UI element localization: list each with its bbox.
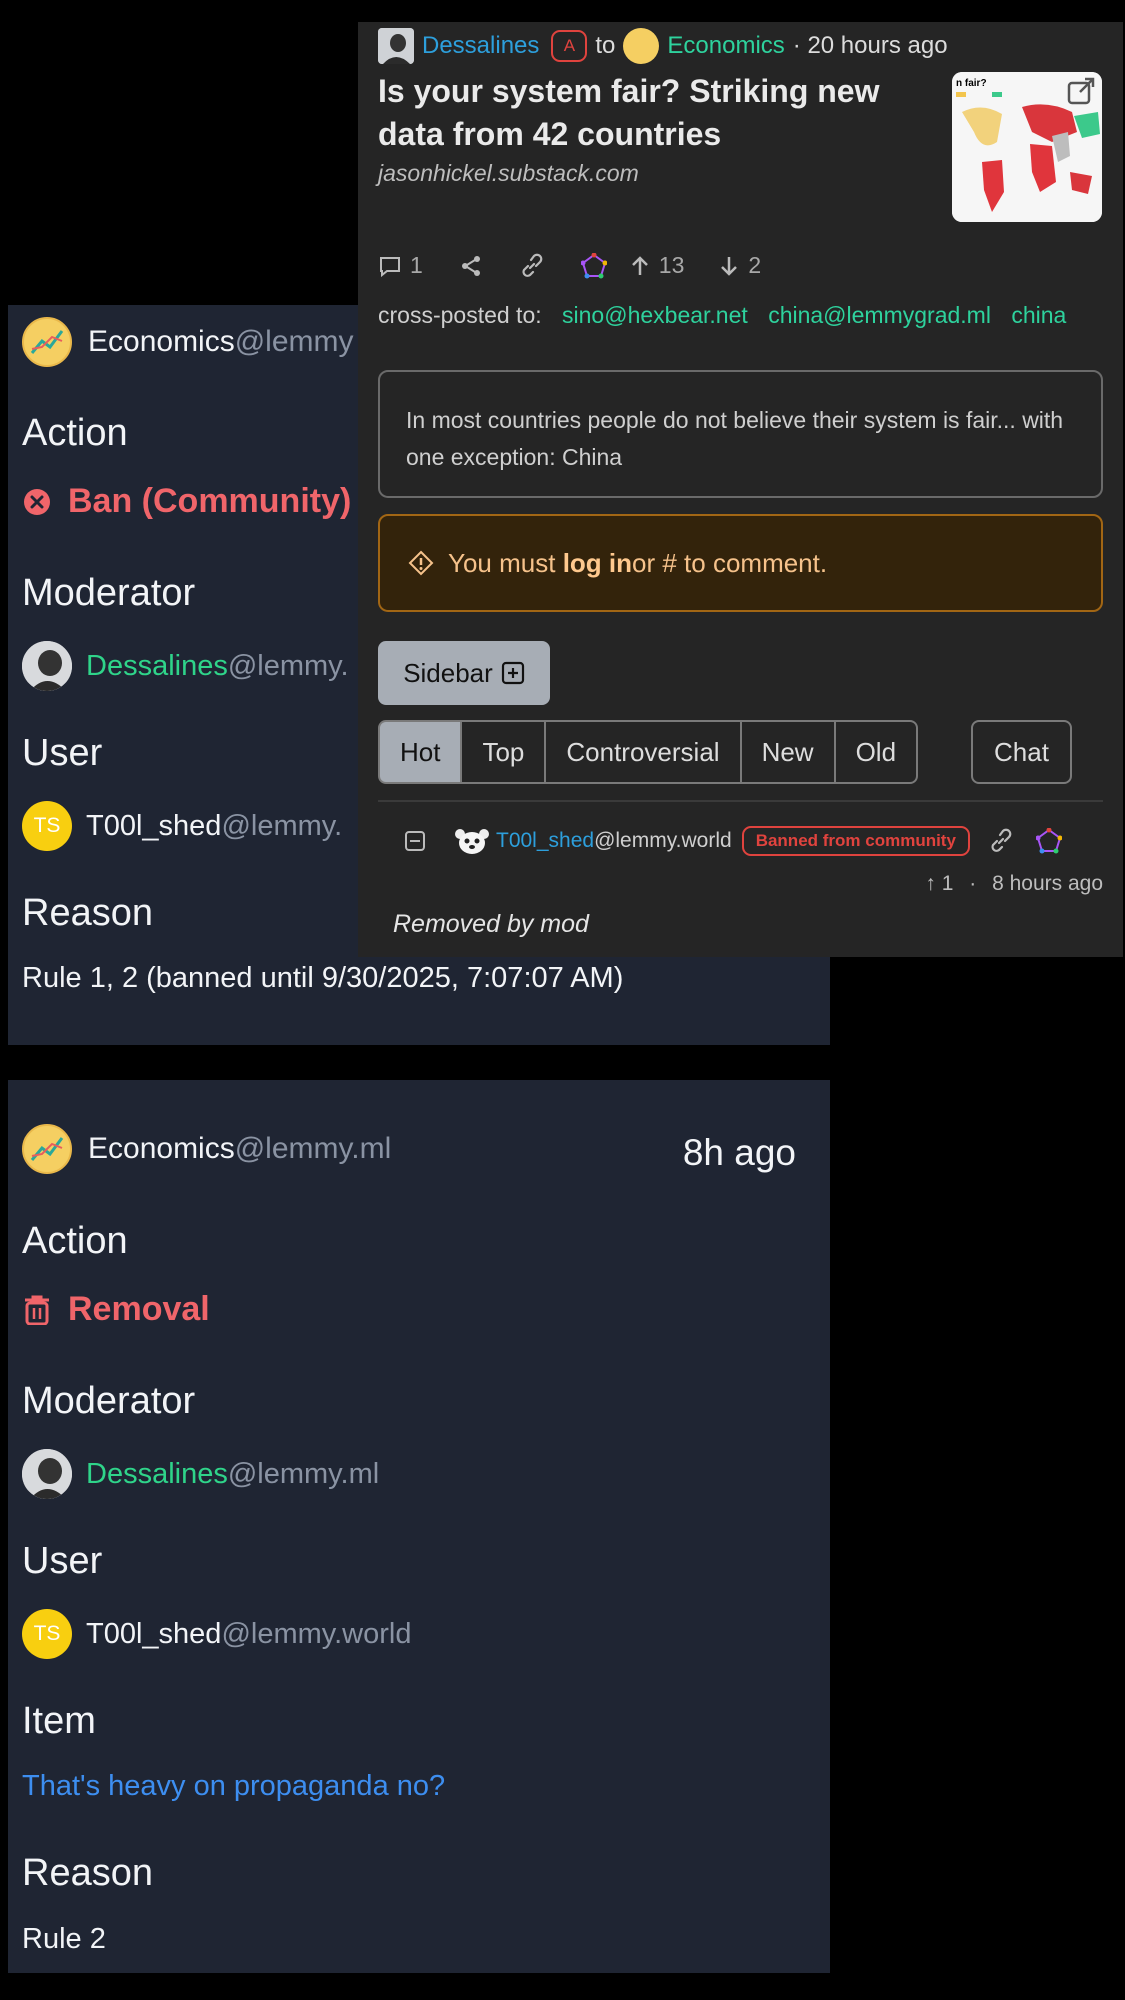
post-creator[interactable]: Dessalines: [422, 32, 539, 60]
tab-top[interactable]: Top: [462, 720, 547, 784]
tab-controversial[interactable]: Controversial: [546, 720, 742, 784]
post-thumbnail[interactable]: n fair?: [952, 72, 1102, 222]
post-title[interactable]: Is your system fair? Striking new data f…: [378, 70, 898, 156]
action-label: Action: [22, 1220, 128, 1262]
comment-score: 1: [941, 872, 954, 895]
community-avatar: [22, 317, 72, 367]
creator-avatar[interactable]: [378, 28, 414, 64]
post-time: · 20 hours ago: [792, 32, 948, 59]
cross-link[interactable]: china@lemmygrad.ml: [768, 302, 991, 328]
share-icon[interactable]: [459, 254, 483, 278]
fediverse-icon[interactable]: [1035, 828, 1062, 854]
reason-label: Reason: [22, 1852, 153, 1894]
action-value: Ban (Community): [22, 482, 351, 521]
warning-icon: [408, 550, 434, 576]
downvote-button[interactable]: 2: [718, 252, 761, 279]
comment-meta: ↑ 1 · 8 hours ago: [925, 872, 1103, 895]
tab-old[interactable]: Old: [835, 720, 919, 784]
action-label: Action: [22, 412, 128, 454]
action-value: Removal: [22, 1290, 210, 1329]
user-label: User: [22, 1540, 103, 1582]
link-icon[interactable]: [988, 828, 1014, 854]
comment-header: T00l_shed @lemmy.world Banned from commun…: [404, 826, 1062, 856]
community-row[interactable]: Economics@lemmy.ml: [22, 1124, 391, 1174]
to-text: to: [595, 32, 616, 59]
upvote-button[interactable]: 13: [629, 252, 684, 279]
thumbnail-caption: n fair?: [956, 78, 987, 89]
community-avatar: [22, 1124, 72, 1174]
external-link-icon[interactable]: [1066, 76, 1096, 111]
sort-tabs: Hot Top Controversial New Old: [378, 720, 919, 784]
user-avatar: TS: [22, 1609, 72, 1659]
fediverse-icon[interactable]: [580, 252, 607, 279]
comment-user[interactable]: T00l_shed: [496, 829, 594, 853]
moderator-avatar: [22, 641, 72, 691]
plus-square-icon: [501, 661, 524, 685]
modlog-entry-2: Economics@lemmy.ml 8h ago Action Removal…: [8, 1080, 830, 1973]
trash-icon: [22, 1295, 52, 1325]
tab-hot[interactable]: Hot: [378, 720, 463, 784]
arrow-up-icon: [631, 255, 648, 275]
post-actions: 1 13 2: [378, 252, 761, 279]
reason-value: Rule 1, 2 (banned until 9/30/2025, 7:07:…: [22, 962, 624, 994]
arrow-up-icon: ↑: [925, 872, 936, 895]
sidebar-button[interactable]: Sidebar: [378, 641, 550, 705]
item-label: Item: [22, 1700, 96, 1742]
comments-button[interactable]: 1: [378, 252, 423, 279]
link-icon[interactable]: [519, 253, 545, 279]
login-warning: You must log in or # to comment.: [378, 514, 1103, 612]
entry-time: 8h ago: [682, 1132, 796, 1173]
cross-label: cross-posted to:: [378, 302, 542, 328]
post-body: In most countries people do not believe …: [378, 370, 1103, 498]
x-circle-icon: [22, 487, 52, 517]
post-community[interactable]: Economics: [667, 32, 784, 60]
comment-instance: @lemmy.world: [594, 829, 732, 852]
community-avatar[interactable]: [623, 28, 660, 64]
post-domain[interactable]: jasonhickel.substack.com: [378, 160, 639, 187]
post-header: Dessalines A to Economics · 20 hours ago: [378, 28, 948, 64]
post-screenshot: Dessalines A to Economics · 20 hours ago…: [358, 22, 1123, 957]
moderator-link[interactable]: Dessalines @lemmy.: [22, 641, 349, 691]
moderator-label: Moderator: [22, 1380, 196, 1422]
comment-icon: [380, 256, 400, 277]
user-label: User: [22, 732, 103, 774]
cross-link[interactable]: china: [1011, 302, 1066, 328]
user-link[interactable]: TS T00l_shed @lemmy.world: [22, 1609, 411, 1659]
comment-avatar[interactable]: [454, 826, 490, 856]
cross-posted: cross-posted to: sino@hexbear.net china@…: [378, 302, 1066, 329]
admin-badge: A: [551, 30, 588, 62]
removed-notice: Removed by mod: [393, 910, 589, 938]
chat-button[interactable]: Chat: [971, 720, 1072, 784]
cross-link[interactable]: sino@hexbear.net: [562, 302, 748, 328]
banned-badge: Banned from community: [741, 826, 970, 856]
moderator-link[interactable]: Dessalines @lemmy.ml: [22, 1449, 379, 1499]
tab-new[interactable]: New: [741, 720, 836, 784]
reason-value: Rule 2: [22, 1923, 106, 1955]
moderator-avatar: [22, 1449, 72, 1499]
arrow-down-icon: [721, 256, 738, 276]
collapse-icon[interactable]: [404, 830, 426, 852]
community-row[interactable]: Economics@lemmy: [22, 317, 354, 367]
user-link[interactable]: TS T00l_shed @lemmy.: [22, 801, 342, 851]
user-avatar: TS: [22, 801, 72, 851]
moderator-label: Moderator: [22, 572, 196, 614]
item-link[interactable]: That's heavy on propaganda no?: [22, 1770, 445, 1803]
comment-time: 8 hours ago: [992, 872, 1103, 895]
login-link[interactable]: log in: [563, 548, 632, 579]
comments-divider: [378, 800, 1103, 802]
reason-label: Reason: [22, 892, 153, 934]
